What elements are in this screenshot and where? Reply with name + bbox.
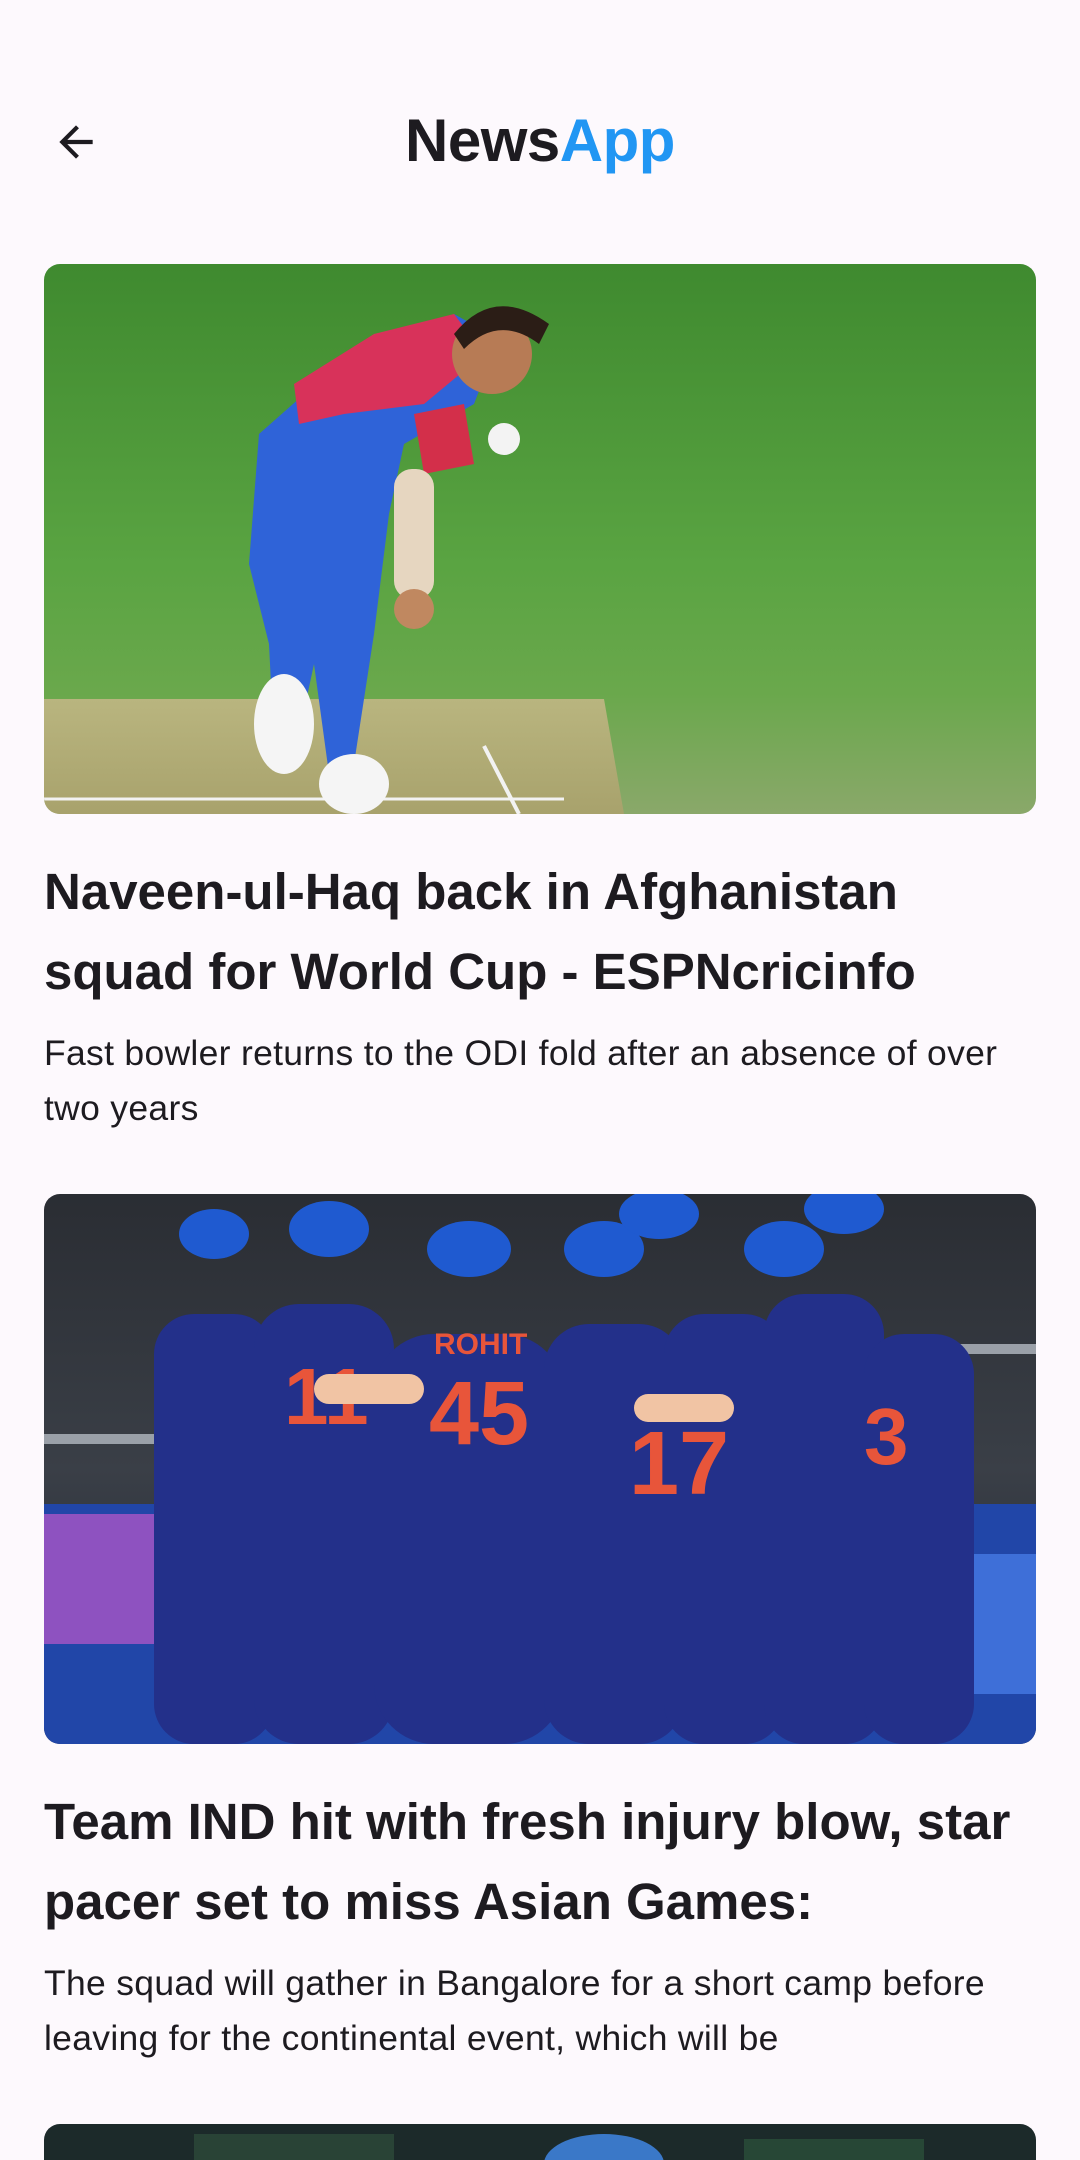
news-article-card[interactable]: Naveen-ul-Haq back in Afghanistan squad …: [44, 264, 1036, 1136]
article-image: ROHIT 45 11 17 3: [44, 1194, 1036, 1744]
app-title: NewsApp: [0, 106, 1080, 176]
news-screen: NewsApp Naveen-ul-Haq back in Afghanista…: [0, 0, 1080, 2160]
svg-text:3: 3: [864, 1392, 909, 1481]
app-title-app: App: [559, 107, 676, 174]
article-title: Team IND hit with fresh injury blow, sta…: [44, 1793, 1011, 1930]
app-title-news: News: [405, 107, 560, 174]
article-image: [44, 264, 1036, 814]
status-bar: [0, 0, 1080, 60]
article-description: Fast bowler returns to the ODI fold afte…: [44, 1033, 998, 1128]
news-article-card[interactable]: ROHIT 45 11 17 3 Team IND hit with fresh…: [44, 1194, 1036, 2066]
svg-text:45: 45: [429, 1364, 529, 1464]
news-article-card[interactable]: [44, 2124, 1036, 2160]
svg-text:17: 17: [629, 1414, 729, 1514]
article-description: The squad will gather in Bangalore for a…: [44, 1963, 985, 2058]
app-bar: NewsApp: [0, 60, 1080, 220]
article-title: Naveen-ul-Haq back in Afghanistan squad …: [44, 863, 916, 1000]
svg-text:ROHIT: ROHIT: [434, 1328, 527, 1361]
article-image: [44, 2124, 1036, 2160]
